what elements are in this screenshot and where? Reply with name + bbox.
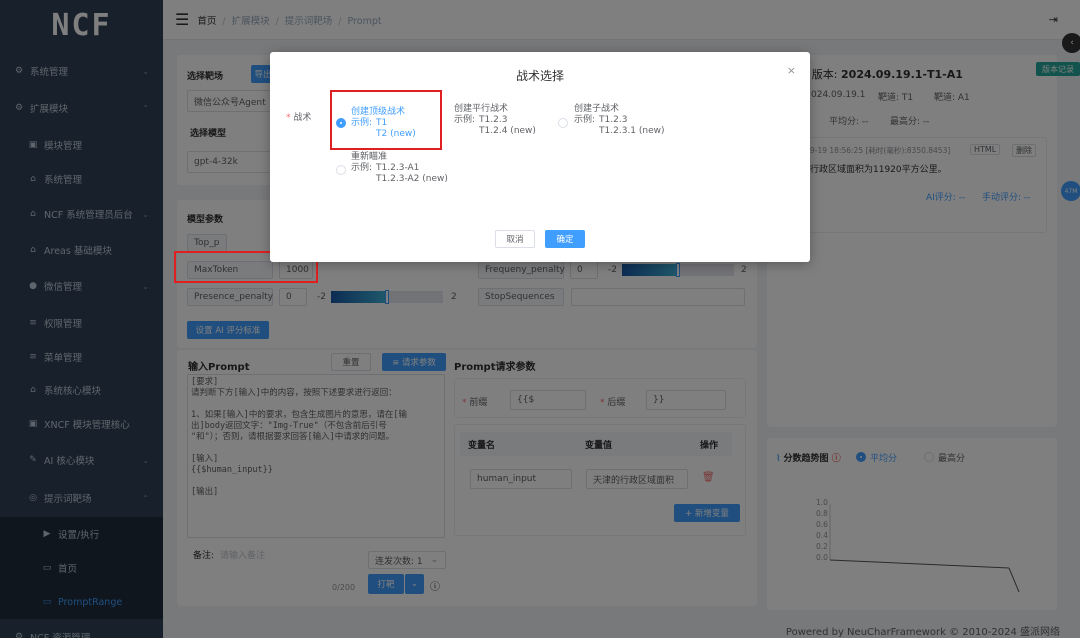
dialog-title: 战术选择 — [515, 69, 564, 83]
opt1-highlight — [330, 90, 442, 150]
opt4-radio[interactable] — [336, 165, 346, 175]
opt3-title: 创建子战术 — [574, 104, 620, 114]
opt4-title: 重新瞄准 — [351, 152, 388, 162]
opt2-title: 创建平行战术 — [454, 104, 509, 114]
tactic-field-label: * 战术 — [286, 113, 312, 123]
opt3-radio[interactable] — [558, 118, 568, 128]
confirm-button[interactable]: 确定 — [545, 230, 585, 248]
opt2-block[interactable]: 创建平行战术 示例: T1.2.3 T1.2.4 (new) — [454, 104, 536, 137]
opt3-example: 示例: T1.2.3 T1.2.3.1 (new) — [574, 115, 665, 136]
close-icon[interactable]: × — [787, 64, 796, 77]
opt4-block[interactable]: 重新瞄准 示例: T1.2.3-A1 T1.2.3-A2 (new) — [351, 152, 448, 185]
opt4-example: 示例: T1.2.3-A1 T1.2.3-A2 (new) — [351, 163, 448, 184]
tactic-dialog: 战术选择 × * 战术 创建顶级战术 示例: T1 T2 (new) 创建平行战术 … — [270, 52, 810, 262]
opt2-example: 示例: T1.2.3 T1.2.4 (new) — [454, 115, 536, 136]
cancel-button[interactable]: 取消 — [495, 230, 535, 248]
opt3-block[interactable]: 创建子战术 示例: T1.2.3 T1.2.3.1 (new) — [574, 104, 665, 137]
